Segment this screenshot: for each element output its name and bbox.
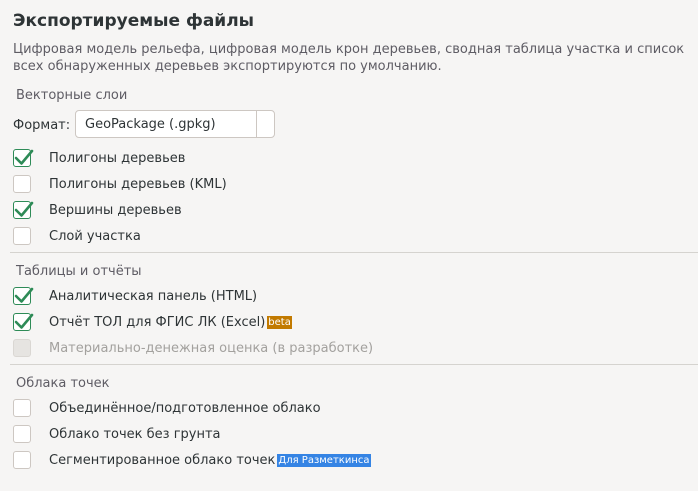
- dashboard-checkbox[interactable]: [13, 287, 34, 305]
- checkbox-row-valuation: Материально-денежная оценка (в разработк…: [13, 337, 373, 359]
- segmented-cloud-checkbox[interactable]: [13, 451, 31, 469]
- tol-report-label: Отчёт ТОЛ для ФГИС ЛК (Excel): [49, 314, 266, 330]
- no-ground-cloud-label: Облако точек без грунта: [49, 426, 221, 442]
- checkbox-row-segmented-cloud[interactable]: Сегментированное облако точек Для Размет…: [13, 449, 371, 471]
- section-divider: [10, 252, 698, 253]
- checkbox-row-tree-polygons[interactable]: Полигоны деревьев: [13, 147, 185, 169]
- page-description: Цифровая модель рельефа, цифровая модель…: [13, 42, 685, 74]
- valuation-checkbox: [13, 339, 31, 357]
- no-ground-cloud-checkbox[interactable]: [13, 425, 31, 443]
- tree-tops-checkbox[interactable]: [13, 201, 34, 219]
- tree-polygons-label: Полигоны деревьев: [49, 150, 186, 166]
- checkmark-icon: [14, 149, 34, 165]
- tree-polygons-checkbox[interactable]: [13, 149, 34, 167]
- format-combobox-value: GeoPackage (.gpkg): [85, 117, 216, 132]
- checkbox-row-merged-cloud[interactable]: Объединённое/подготовленное облако: [13, 397, 321, 419]
- merged-cloud-checkbox[interactable]: [13, 399, 31, 417]
- format-dropdown-button[interactable]: [256, 111, 276, 137]
- checkbox-row-tol-report[interactable]: Отчёт ТОЛ для ФГИС ЛК (Excel) beta: [13, 311, 292, 333]
- tree-tops-label: Вершины деревьев: [49, 202, 182, 218]
- valuation-label: Материально-денежная оценка (в разработк…: [49, 340, 374, 356]
- section-header-clouds: Облака точек: [16, 376, 110, 391]
- section-divider: [10, 364, 698, 365]
- tree-polygons-kml-label: Полигоны деревьев (KML): [49, 176, 227, 192]
- merged-cloud-label: Объединённое/подготовленное облако: [49, 400, 321, 416]
- checkbox-row-no-ground-cloud[interactable]: Облако точек без грунта: [13, 423, 221, 445]
- tree-polygons-kml-checkbox[interactable]: [13, 175, 31, 193]
- checkbox-row-tree-polygons-kml[interactable]: Полигоны деревьев (KML): [13, 173, 227, 195]
- beta-badge: beta: [267, 315, 292, 329]
- checkbox-row-tree-tops[interactable]: Вершины деревьев: [13, 199, 182, 221]
- page-title: Экспортируемые файлы: [13, 11, 255, 31]
- section-header-tables: Таблицы и отчёты: [16, 264, 142, 279]
- checkmark-icon: [14, 313, 34, 329]
- razmetkins-badge: Для Разметкинса: [277, 453, 371, 467]
- segmented-cloud-label: Сегментированное облако точек: [49, 452, 276, 468]
- checkbox-row-dashboard[interactable]: Аналитическая панель (HTML): [13, 285, 257, 307]
- checkmark-icon: [14, 201, 34, 217]
- format-combobox[interactable]: GeoPackage (.gpkg): [75, 110, 275, 138]
- tol-report-checkbox[interactable]: [13, 313, 34, 331]
- format-label: Формат:: [13, 118, 71, 133]
- plot-layer-checkbox[interactable]: [13, 227, 31, 245]
- section-header-vector: Векторные слои: [16, 88, 128, 103]
- dashboard-label: Аналитическая панель (HTML): [49, 288, 258, 304]
- plot-layer-label: Слой участка: [49, 228, 141, 244]
- checkmark-icon: [14, 287, 34, 303]
- checkbox-row-plot-layer[interactable]: Слой участка: [13, 225, 141, 247]
